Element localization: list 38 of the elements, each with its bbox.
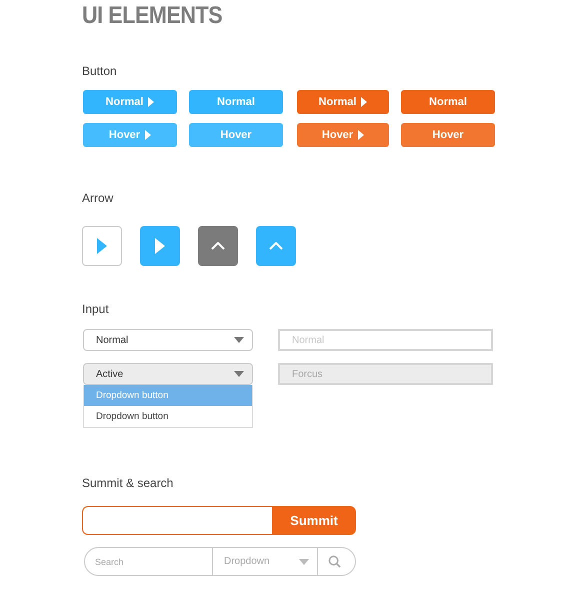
button[interactable]: Hover <box>401 123 495 147</box>
section-label: Summit & search <box>82 476 174 490</box>
play-icon <box>145 130 152 140</box>
play-icon <box>361 97 368 107</box>
dropdown[interactable]: Dropdown <box>213 547 318 576</box>
dropdown-option[interactable]: Dropdown button <box>84 406 252 427</box>
search-icon <box>328 555 341 568</box>
submit-button[interactable]: Summit <box>272 506 356 535</box>
section-label: Button <box>82 64 117 78</box>
dropdown[interactable]: Active <box>83 363 253 385</box>
button[interactable]: Hover <box>189 123 283 147</box>
dropdown[interactable]: Normal <box>83 329 253 351</box>
button[interactable]: Hover <box>297 123 389 147</box>
caret-icon <box>299 558 309 564</box>
search-field[interactable]: Search <box>84 547 213 576</box>
button[interactable]: Hover <box>83 123 177 147</box>
caret-icon <box>234 371 244 377</box>
play-icon <box>148 97 154 107</box>
play-icon <box>358 130 364 140</box>
button[interactable]: Normal <box>83 90 177 114</box>
play-icon <box>155 238 165 254</box>
arrow-button[interactable] <box>198 226 238 266</box>
arrow-button[interactable] <box>82 226 122 266</box>
button[interactable]: Normal <box>401 90 495 114</box>
input-field[interactable] <box>82 506 272 535</box>
arrow-button[interactable] <box>140 226 180 266</box>
chevron-up-icon <box>269 242 283 250</box>
dropdown-option[interactable]: Dropdown button <box>84 385 252 406</box>
arrow-button[interactable] <box>256 226 296 266</box>
caret-icon <box>234 337 244 343</box>
page-title: UI ELEMENTS <box>82 2 222 30</box>
button[interactable]: Normal <box>297 90 389 114</box>
section-label: Input <box>82 302 109 316</box>
search-button[interactable] <box>318 547 356 576</box>
chevron-up-icon <box>211 242 225 250</box>
button[interactable]: Normal <box>189 90 283 114</box>
play-icon <box>97 238 107 254</box>
section-label: Arrow <box>82 191 114 205</box>
